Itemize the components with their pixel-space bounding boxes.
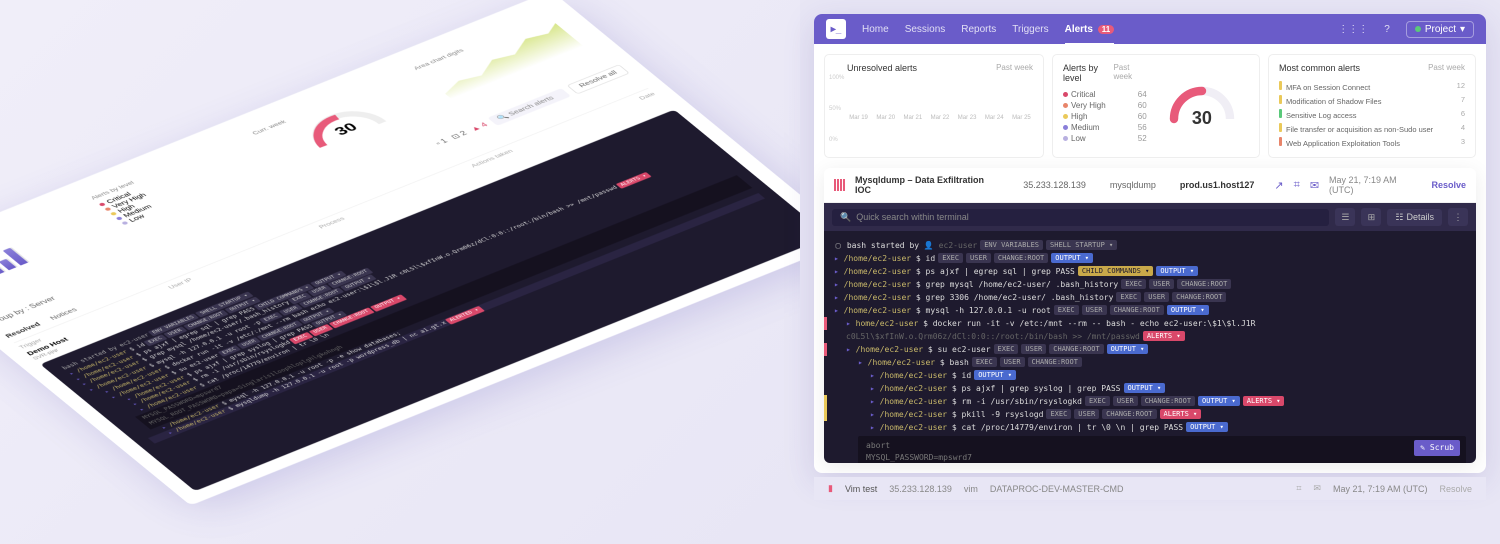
nav-reports[interactable]: Reports — [961, 24, 996, 35]
terminal-output[interactable]: ▢ bash started by 👤 ec2-userENV VARIABLE… — [824, 231, 1476, 463]
view-tree-icon[interactable]: ⊞ — [1361, 208, 1381, 226]
help-icon[interactable]: ? — [1384, 24, 1390, 35]
severity-bar-icon: ▮ — [828, 483, 833, 494]
alerts-by-level-card: Alerts by levelPast week Critical64Very … — [1052, 54, 1260, 158]
unresolved-alerts-card: Unresolved alertsPast week 100%50%0% Mar… — [824, 54, 1044, 158]
share-icon[interactable]: ↗ — [1274, 179, 1283, 192]
view-list-icon[interactable]: ☰ — [1335, 208, 1355, 226]
secondary-alert-row[interactable]: ▮ Vim test 35.233.128.139 vim DATAPROC-D… — [814, 477, 1486, 500]
search-icon: 🔍 — [840, 212, 851, 223]
mail-icon[interactable]: ✉ — [1313, 483, 1321, 494]
severity-stripes-icon — [834, 179, 845, 191]
terminal-search-input[interactable]: 🔍Quick search within terminal — [832, 209, 1329, 226]
resolve-button[interactable]: Resolve — [1439, 484, 1472, 494]
alert-host: prod.us1.host127 — [1180, 180, 1255, 190]
notifications-icon[interactable]: ⋮⋮⋮ — [1338, 24, 1368, 35]
gauge-chart: 30 — [1167, 84, 1237, 129]
alert-detail-panel: Mysqldump – Data Exfiltration IOC 35.233… — [824, 168, 1476, 463]
alert-process: mysqldump — [1110, 180, 1156, 190]
resolve-button[interactable]: Resolve — [1431, 180, 1466, 190]
top-nav: ▸_ Home Sessions Reports Triggers Alerts… — [814, 14, 1486, 44]
more-icon[interactable]: ⋮ — [1448, 208, 1468, 226]
slack-icon[interactable]: ⌗ — [1296, 483, 1301, 494]
dashboard-panel: ▸_ Home Sessions Reports Triggers Alerts… — [800, 0, 1500, 544]
nav-home[interactable]: Home — [862, 24, 889, 35]
nav-sessions[interactable]: Sessions — [905, 24, 946, 35]
project-selector[interactable]: Project ▾ — [1406, 21, 1474, 38]
mail-icon[interactable]: ✉ — [1310, 179, 1319, 192]
app-logo[interactable]: ▸_ — [826, 19, 846, 39]
details-button[interactable]: ☷ Details — [1387, 209, 1442, 226]
nav-alerts[interactable]: Alerts 11 — [1065, 24, 1115, 35]
isometric-mockup-panel: Past week Alerts by level CriticalVery H… — [0, 0, 800, 544]
alert-time: May 21, 7:19 AM (UTC) — [1329, 175, 1421, 195]
alert-ip: 35.233.128.139 — [1023, 180, 1086, 190]
nav-triggers[interactable]: Triggers — [1012, 24, 1048, 35]
slack-icon[interactable]: ⌗ — [1294, 179, 1300, 192]
most-common-alerts-card: Most common alertsPast week MFA on Sessi… — [1268, 54, 1476, 158]
scrub-button[interactable]: ✎ Scrub — [1414, 440, 1460, 456]
alert-title: Mysqldump – Data Exfiltration IOC — [855, 175, 999, 195]
